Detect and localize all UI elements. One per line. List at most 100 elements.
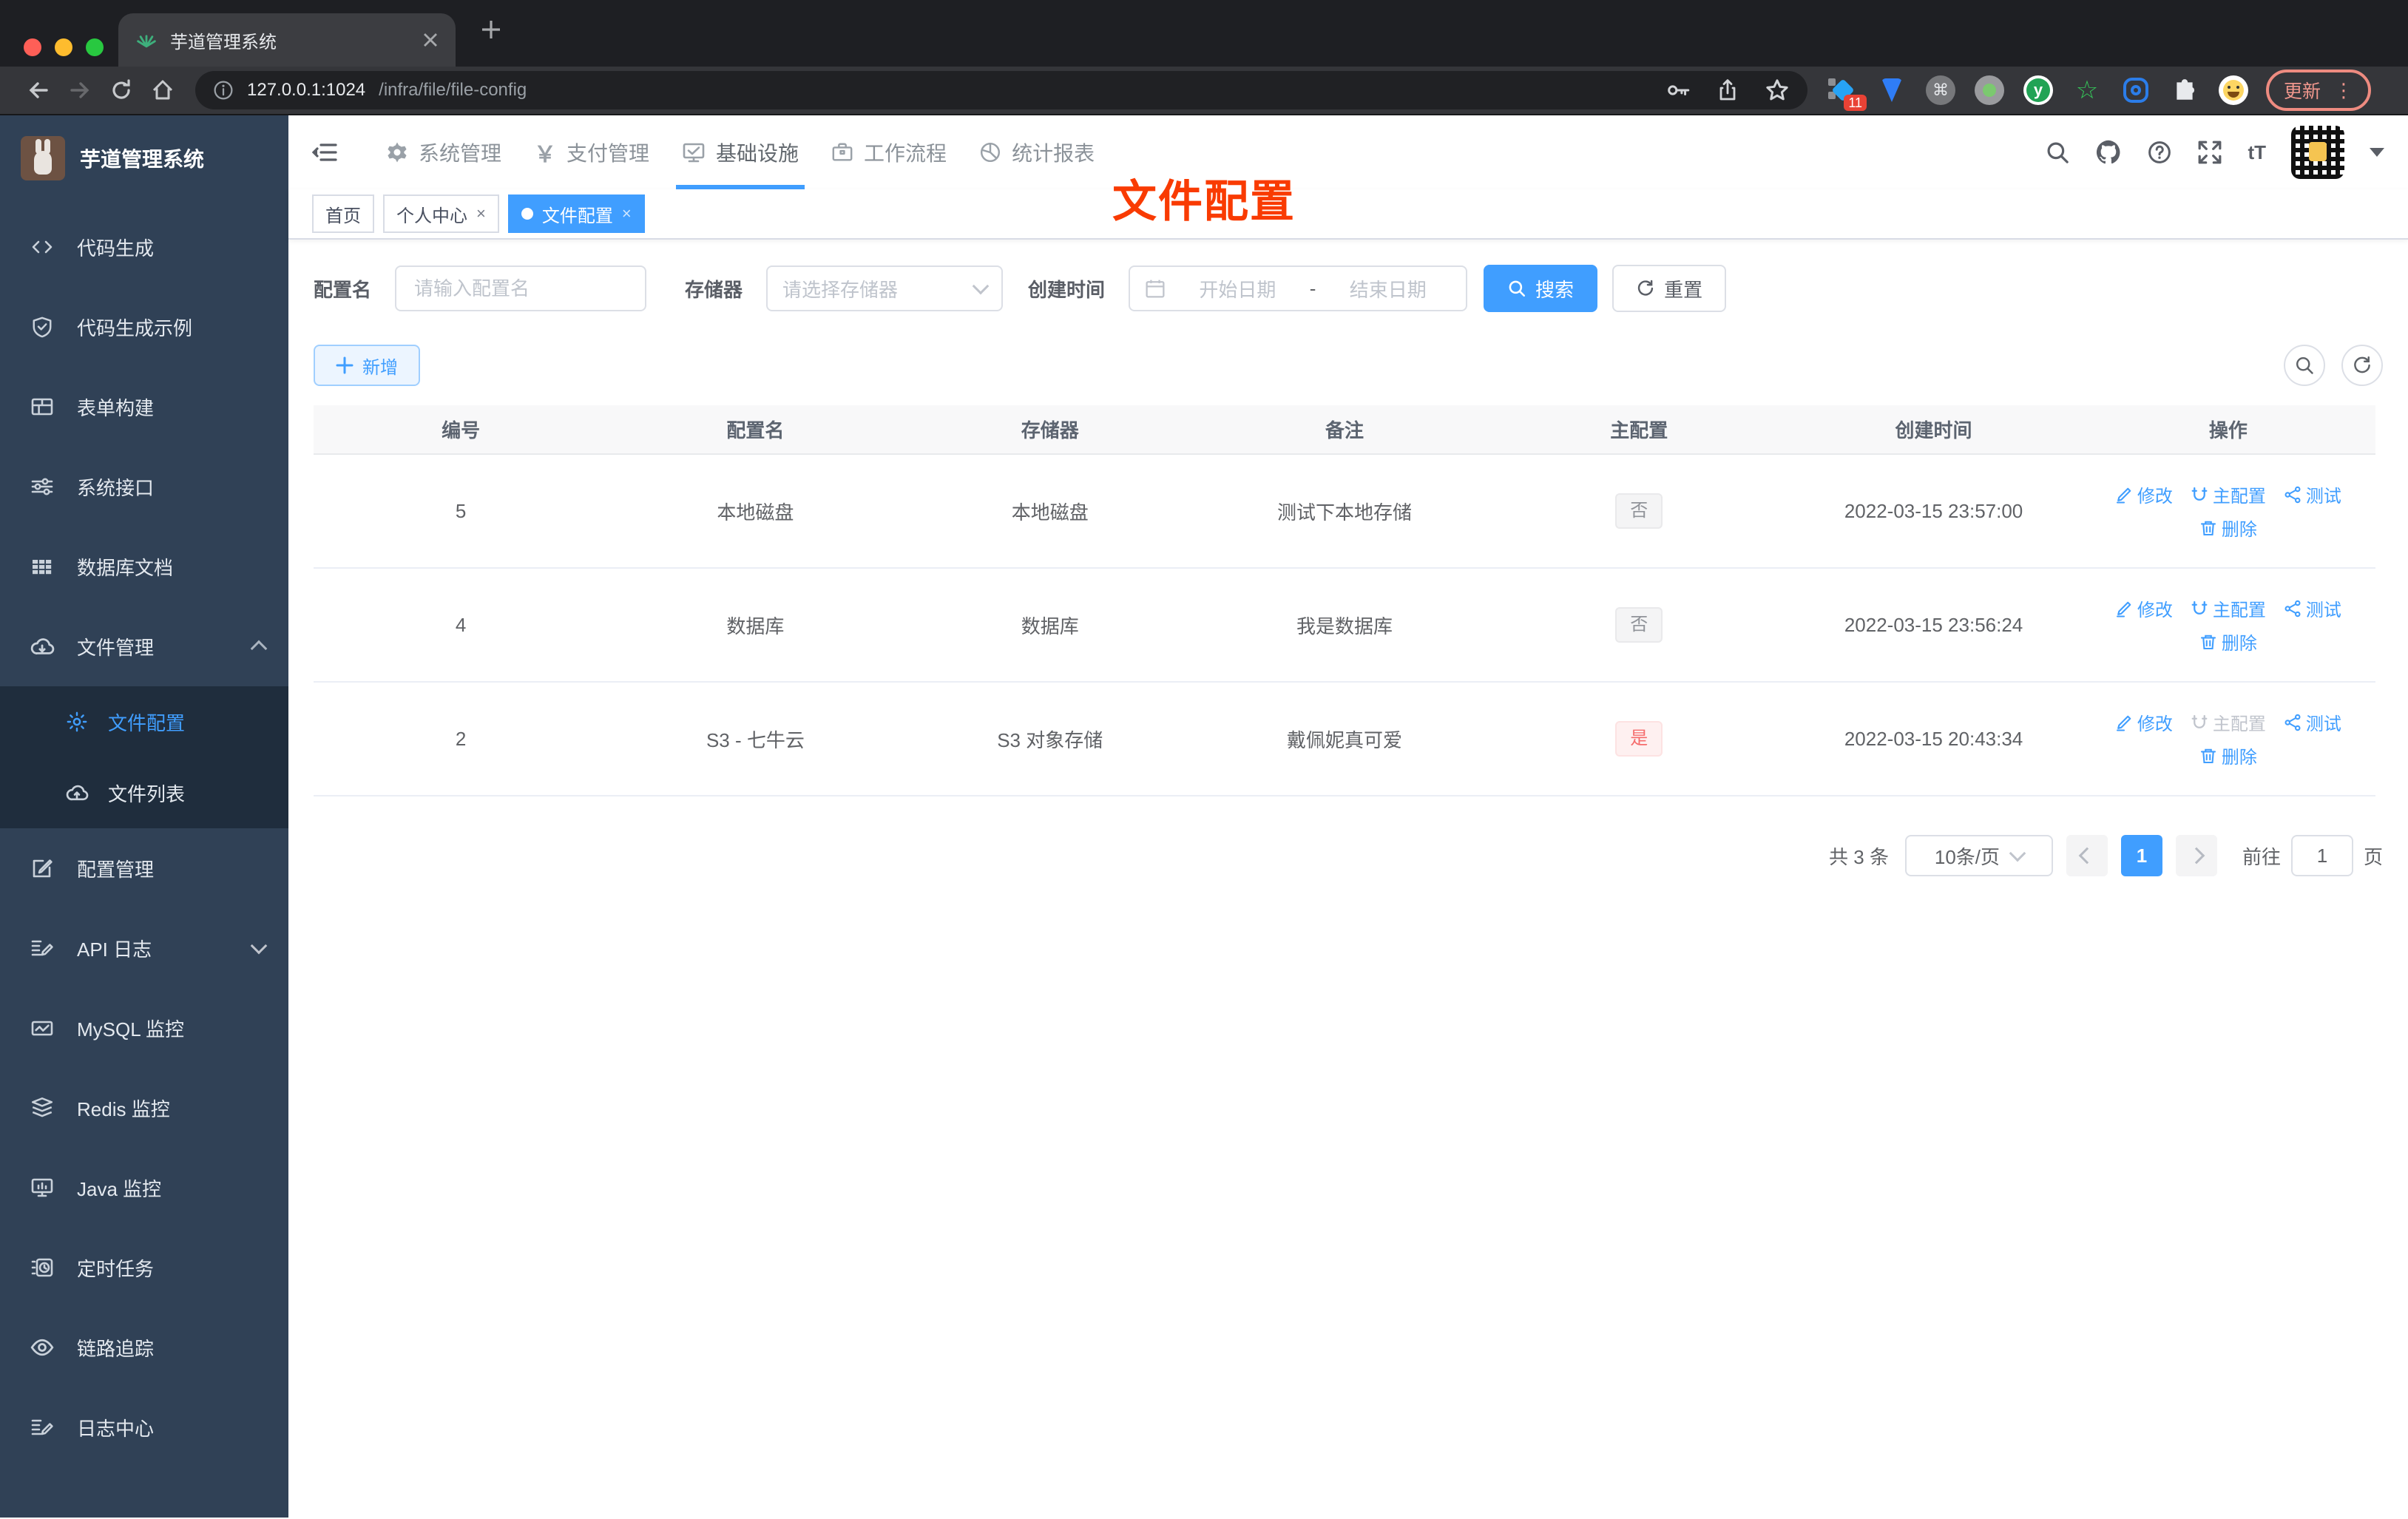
extension-star-icon[interactable]: ☆	[2072, 75, 2102, 105]
sidebar-item-system-api[interactable]: 系统接口	[0, 447, 288, 527]
reset-button[interactable]: 重置	[1612, 265, 1727, 312]
test-link[interactable]: 测试	[2284, 595, 2341, 621]
password-key-icon[interactable]	[1665, 78, 1691, 103]
sidebar-item-label: 代码生成	[77, 237, 155, 260]
delete-link[interactable]: 删除	[2199, 515, 2257, 541]
extension-diamond-icon[interactable]: 11	[1828, 75, 1867, 111]
search-button[interactable]: 搜索	[1484, 265, 1598, 312]
url-bar[interactable]: 127.0.0.1:1024/infra/file/file-config	[195, 71, 1807, 109]
bookmark-star-icon[interactable]	[1765, 78, 1790, 103]
topnav-reports[interactable]: 统计报表	[979, 115, 1095, 189]
close-icon[interactable]	[476, 204, 486, 223]
extension-command-icon[interactable]: ⌘	[1926, 75, 1955, 105]
sidebar-item-code-gen[interactable]: 代码生成	[0, 207, 288, 287]
back-icon[interactable]	[18, 78, 59, 102]
goto-page-input[interactable]	[2290, 835, 2353, 876]
topnav-payment[interactable]: ￥ 支付管理	[534, 115, 649, 189]
home-icon[interactable]	[142, 78, 183, 102]
avatar-dropdown-icon[interactable]	[2370, 148, 2384, 157]
current-page-button[interactable]: 1	[2120, 835, 2162, 876]
master-config-link[interactable]: 主配置	[2191, 595, 2266, 621]
extension-y-icon[interactable]: y	[2023, 75, 2053, 105]
prev-page-button[interactable]	[2066, 835, 2108, 876]
sidebar-item-api-log[interactable]: API 日志	[0, 908, 288, 988]
minimize-window-button[interactable]	[55, 38, 72, 56]
profile-avatar-icon[interactable]	[2219, 75, 2248, 105]
sidebar-item-mysql-monitor[interactable]: MySQL 监控	[0, 988, 288, 1068]
edit-link[interactable]: 修改	[2115, 595, 2173, 621]
tags-view-bar: 首页 个人中心 文件配置	[288, 189, 2408, 240]
topnav-infrastructure[interactable]: 基础设施	[676, 115, 805, 189]
github-icon[interactable]	[2095, 139, 2122, 166]
sidebar-item-log-center[interactable]: 日志中心	[0, 1387, 288, 1467]
sidebar-item-code-gen-demo[interactable]: 代码生成示例	[0, 287, 288, 367]
reload-icon[interactable]	[101, 78, 142, 102]
share-icon[interactable]	[1716, 78, 1739, 102]
window-controls	[24, 38, 104, 56]
page-size-select[interactable]: 10条/页	[1904, 835, 2053, 876]
search-button-label: 搜索	[1535, 278, 1575, 301]
delete-link[interactable]: 删除	[2199, 742, 2257, 768]
next-page-button[interactable]	[2175, 835, 2217, 876]
date-range-picker[interactable]: 开始日期 - 结束日期	[1129, 265, 1468, 311]
cell-created: 2022-03-15 23:56:24	[1786, 568, 2081, 683]
range-separator: -	[1309, 277, 1316, 300]
table-refresh-button[interactable]	[2341, 345, 2383, 386]
close-window-button[interactable]	[24, 38, 41, 56]
table-filled-icon	[30, 555, 55, 578]
master-label: 主配置	[2212, 487, 2266, 507]
user-avatar[interactable]	[2291, 126, 2344, 179]
sidebar-logo[interactable]: 芋道管理系统	[0, 115, 288, 198]
sidebar-item-form-builder[interactable]: 表单构建	[0, 367, 288, 447]
extension-gem-icon[interactable]	[1877, 75, 1907, 105]
forward-icon[interactable]	[59, 78, 101, 102]
edit-link[interactable]: 修改	[2115, 709, 2173, 735]
storage-select[interactable]: 请选择存储器	[766, 265, 1004, 311]
topnav-system[interactable]: 系统管理	[386, 115, 501, 189]
fullscreen-icon[interactable]	[2197, 140, 2222, 165]
browser-update-button[interactable]: 更新	[2266, 70, 2372, 111]
test-link[interactable]: 测试	[2284, 709, 2341, 735]
delete-link[interactable]: 删除	[2199, 629, 2257, 654]
sidebar-item-label: 数据库文档	[77, 556, 174, 579]
page-size-value: 10条/页	[1934, 845, 2001, 868]
master-tag: 否	[1615, 607, 1663, 643]
col-created: 创建时间	[1786, 405, 2081, 455]
extension-dot-icon[interactable]	[1975, 75, 2004, 105]
tab-close-icon[interactable]	[423, 33, 438, 47]
tab-profile[interactable]: 个人中心	[383, 194, 499, 233]
site-info-icon[interactable]	[213, 80, 234, 101]
browser-tab[interactable]: 芋道管理系统	[118, 13, 456, 67]
sidebar-item-tracing[interactable]: 链路追踪	[0, 1307, 288, 1387]
maximize-window-button[interactable]	[86, 38, 104, 56]
search-icon[interactable]	[2045, 140, 2070, 165]
sidebar-item-file-management[interactable]: 文件管理	[0, 606, 288, 686]
table-search-toggle-button[interactable]	[2284, 345, 2325, 386]
close-icon[interactable]	[622, 204, 632, 223]
tab-home[interactable]: 首页	[312, 194, 374, 233]
extensions-puzzle-icon[interactable]	[2170, 75, 2199, 105]
config-name-input[interactable]	[395, 265, 647, 311]
sidebar-item-scheduled-tasks[interactable]: 定时任务	[0, 1228, 288, 1307]
add-button[interactable]: 新增	[314, 345, 420, 386]
tab-file-config[interactable]: 文件配置	[507, 194, 645, 233]
test-link[interactable]: 测试	[2284, 481, 2341, 507]
sidebar-collapse-icon[interactable]	[312, 139, 339, 166]
edit-link[interactable]: 修改	[2115, 481, 2173, 507]
sidebar-item-java-monitor[interactable]: Java 监控	[0, 1148, 288, 1228]
font-size-icon[interactable]	[2248, 141, 2266, 164]
chevron-right-icon	[2188, 847, 2205, 865]
sidebar-item-config-management[interactable]: 配置管理	[0, 828, 288, 908]
master-tag: 是	[1615, 721, 1663, 757]
help-icon[interactable]	[2147, 140, 2172, 165]
sidebar-item-redis-monitor[interactable]: Redis 监控	[0, 1068, 288, 1148]
browser-menu-icon[interactable]	[2334, 79, 2353, 102]
sidebar-item-db-doc[interactable]: 数据库文档	[0, 527, 288, 606]
sidebar-item-file-list[interactable]: 文件列表	[0, 757, 288, 828]
new-tab-button[interactable]	[481, 19, 501, 40]
topnav-workflow[interactable]: 工作流程	[831, 115, 947, 189]
master-config-link[interactable]: 主配置	[2191, 481, 2266, 507]
extension-eye-icon[interactable]	[2121, 75, 2151, 105]
end-date-placeholder: 结束日期	[1349, 278, 1427, 301]
sidebar-item-file-config[interactable]: 文件配置	[0, 686, 288, 757]
